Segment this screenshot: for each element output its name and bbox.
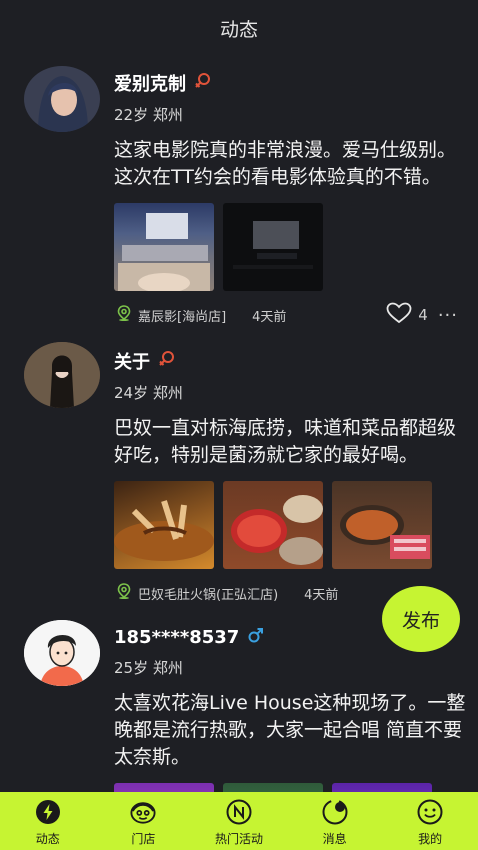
- tab-me[interactable]: 我的: [390, 792, 470, 847]
- smile-icon: [417, 799, 443, 825]
- hot-activity-icon: [226, 799, 252, 825]
- like-button[interactable]: 4: [386, 302, 428, 328]
- avatar[interactable]: [24, 66, 100, 132]
- message-icon: [322, 799, 348, 825]
- more-options-button[interactable]: ···: [438, 305, 458, 326]
- post-time: 4天前: [252, 309, 287, 325]
- lightning-icon: [35, 799, 61, 825]
- post-text: 太喜欢花海Live House这种现场了。一整晚都是流行热歌，大家一起合唱 简直…: [114, 692, 466, 768]
- post-photo[interactable]: [223, 481, 323, 569]
- post-time: 4天前: [304, 587, 339, 603]
- age-city: 22岁 郑州: [114, 106, 183, 124]
- post-photo[interactable]: [223, 783, 323, 792]
- tab-feed[interactable]: 动态: [8, 792, 88, 847]
- post-card[interactable]: 关于 24岁 郑州 巴奴一直对标海底捞，味道和菜品都超级好吃，特别是菌汤就它家的…: [0, 334, 478, 612]
- avatar[interactable]: [24, 620, 100, 686]
- male-icon: [247, 626, 265, 649]
- age-city: 25岁 郑州: [114, 659, 183, 677]
- username[interactable]: 185****8537: [114, 627, 239, 648]
- post-photo[interactable]: [114, 203, 214, 291]
- tab-label: 消息: [322, 832, 347, 846]
- female-icon: [194, 72, 212, 95]
- tab-label: 热门活动: [214, 832, 263, 846]
- location-pin-icon: [116, 583, 132, 603]
- feed[interactable]: 爱别克制 22岁 郑州 这家电影院真的非常浪漫。爱马仕级别。这次在TT约会的看电…: [0, 56, 478, 792]
- location-tag[interactable]: 巴奴毛肚火锅(正弘汇店): [116, 583, 278, 603]
- location-pin-icon: [116, 305, 132, 325]
- tab-stores[interactable]: 门店: [103, 792, 183, 847]
- age-city: 24岁 郑州: [114, 384, 183, 402]
- publish-button[interactable]: 发布: [382, 586, 460, 652]
- page-header: 动态: [0, 0, 478, 56]
- bottom-tab-bar: 动态 门店 热门活动 消息 我的: [0, 792, 478, 850]
- store-icon: [130, 799, 156, 825]
- post-photo[interactable]: [114, 481, 214, 569]
- post-photo[interactable]: [114, 783, 214, 792]
- post-text: 这家电影院真的非常浪漫。爱马仕级别。这次在TT约会的看电影体验真的不错。: [114, 139, 457, 188]
- post-photo[interactable]: [223, 203, 323, 291]
- post-card[interactable]: 爱别克制 22岁 郑州 这家电影院真的非常浪漫。爱马仕级别。这次在TT约会的看电…: [0, 56, 478, 334]
- tab-label: 动态: [35, 832, 60, 846]
- like-count: 4: [418, 306, 428, 324]
- username[interactable]: 关于: [114, 348, 150, 374]
- avatar[interactable]: [24, 342, 100, 408]
- post-photo[interactable]: [332, 481, 432, 569]
- username[interactable]: 爱别克制: [114, 70, 186, 96]
- location-name: 嘉辰影[海尚店]: [138, 309, 227, 325]
- post-photo[interactable]: [332, 783, 432, 792]
- page-title: 动态: [219, 18, 258, 41]
- tab-label: 门店: [131, 832, 156, 846]
- post-text: 巴奴一直对标海底捞，味道和菜品都超级好吃，特别是菌汤就它家的最好喝。: [114, 417, 457, 466]
- tab-messages[interactable]: 消息: [295, 792, 375, 847]
- location-name: 巴奴毛肚火锅(正弘汇店): [138, 587, 279, 603]
- tab-hot-activities[interactable]: 热门活动: [199, 792, 279, 847]
- tab-label: 我的: [418, 832, 443, 846]
- heart-icon: [386, 302, 412, 328]
- location-tag[interactable]: 嘉辰影[海尚店]: [116, 305, 226, 325]
- female-icon: [158, 350, 176, 373]
